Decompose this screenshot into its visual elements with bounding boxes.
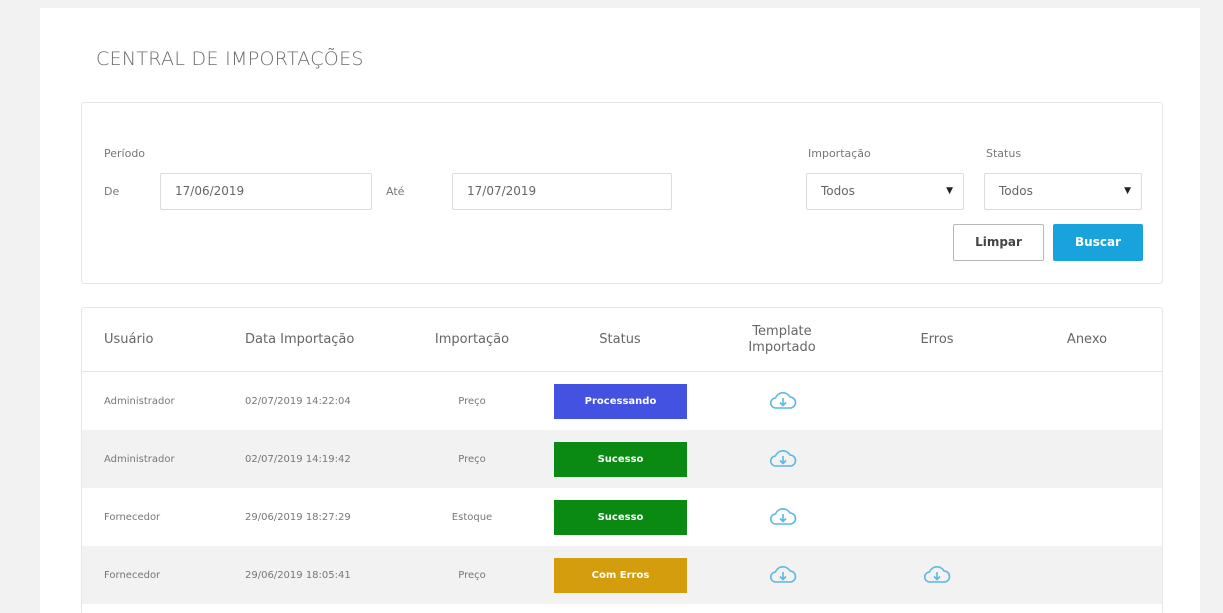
header-data-importacao: Data Importação: [245, 332, 355, 347]
status-badge: Com Erros: [554, 558, 687, 593]
cloud-download-icon[interactable]: [768, 503, 798, 531]
table-row: Administrador 02/07/2019 14:19:42 Preço Suc…: [82, 430, 1162, 488]
header-importacao: Importação: [434, 332, 510, 347]
page-title: CENTRAL DE IMPORTAÇÕES: [96, 48, 364, 70]
importacao-filter-label: Importação: [808, 147, 871, 160]
status-select[interactable]: Todos ▼: [984, 173, 1142, 210]
table-row: Fornecedor 29/06/2019 18:05:41 Preço Com Er…: [82, 546, 1162, 604]
header-status: Status: [599, 332, 641, 347]
import-center-page: CENTRAL DE IMPORTAÇÕES Período De 17/06/…: [40, 8, 1200, 613]
chevron-down-icon: ▼: [946, 186, 953, 196]
ate-label: Até: [386, 185, 405, 198]
date-from-input[interactable]: 17/06/2019: [160, 173, 372, 210]
header-usuario: Usuário: [104, 332, 154, 347]
imports-table: Usuário Data Importação Importação Statu…: [81, 307, 1163, 613]
table-header: Usuário Data Importação Importação Statu…: [82, 308, 1162, 372]
cell-usuario: Fornecedor: [104, 511, 161, 523]
clear-button[interactable]: Limpar: [953, 224, 1044, 261]
cell-data-importacao: 29/06/2019 18:05:41: [245, 569, 351, 581]
periodo-label: Período: [104, 147, 146, 160]
status-badge: Sucesso: [554, 500, 687, 535]
header-template-line2: Importado: [748, 340, 816, 355]
cell-usuario: Administrador: [104, 395, 175, 407]
cell-usuario: Administrador: [104, 453, 175, 465]
date-to-input[interactable]: 17/07/2019: [452, 173, 672, 210]
cloud-download-icon[interactable]: [768, 387, 798, 415]
cloud-download-icon[interactable]: [768, 561, 798, 589]
cell-importacao: Estoque: [451, 511, 493, 523]
filter-panel: Período De 17/06/2019 Até 17/07/2019 Imp…: [81, 102, 1163, 284]
cell-data-importacao: 29/06/2019 18:27:29: [245, 511, 351, 523]
table-row: Administrador 02/07/2019 14:22:04 Preço Pro…: [82, 372, 1162, 430]
importacao-select-value: Todos: [821, 184, 855, 198]
cell-importacao: Preço: [458, 453, 486, 465]
cloud-download-icon[interactable]: [768, 445, 798, 473]
table-row: Fornecedor 29/06/2019 18:27:29 Estoque Suce…: [82, 488, 1162, 546]
importacao-select[interactable]: Todos ▼: [806, 173, 964, 210]
de-label: De: [104, 185, 120, 198]
header-anexo: Anexo: [1066, 332, 1108, 347]
header-erros: Erros: [920, 332, 954, 347]
header-template-importado: Template Importado: [722, 308, 842, 372]
search-button[interactable]: Buscar: [1053, 224, 1143, 261]
cell-importacao: Preço: [458, 569, 486, 581]
header-template-line1: Template: [752, 324, 812, 339]
cell-data-importacao: 02/07/2019 14:19:42: [245, 453, 351, 465]
chevron-down-icon: ▼: [1124, 186, 1131, 196]
status-select-value: Todos: [999, 184, 1033, 198]
status-filter-label: Status: [986, 147, 1022, 160]
cell-usuario: Fornecedor: [104, 569, 161, 581]
status-badge: Sucesso: [554, 442, 687, 477]
cell-data-importacao: 02/07/2019 14:22:04: [245, 395, 351, 407]
cell-importacao: Preço: [458, 395, 486, 407]
status-badge: Processando: [554, 384, 687, 419]
cloud-download-icon[interactable]: [922, 561, 952, 589]
